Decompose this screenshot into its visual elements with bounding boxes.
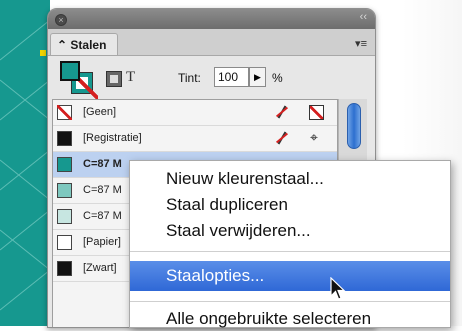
no-edit-icon (275, 105, 289, 119)
swatch-name: [Zwart] (83, 262, 117, 274)
tint-unit: % (272, 71, 283, 85)
swatch-chip (57, 261, 72, 276)
menu-item-delete-swatch[interactable]: Staal verwijderen... (130, 219, 450, 243)
tint-label: Tint: (178, 71, 201, 85)
menu-item-duplicate-swatch[interactable]: Staal dupliceren (130, 193, 450, 217)
menu-item-select-unused[interactable]: Alle ongebruikte selecteren (130, 307, 450, 331)
swatch-chip (57, 235, 72, 250)
format-text-icon[interactable]: T (126, 69, 135, 86)
swatch-name: [Geen] (83, 106, 117, 118)
document-teal-artwork (0, 0, 50, 326)
swatch-chip (57, 157, 72, 172)
registration-mark-icon: ⌖ (310, 129, 318, 145)
mouse-pointer-icon (330, 277, 346, 300)
format-container-icon[interactable] (106, 71, 122, 87)
swatch-name: C=87 M (83, 158, 122, 170)
swatch-name: C=87 M (83, 184, 122, 196)
no-edit-icon (275, 131, 289, 145)
context-menu: Nieuw kleurenstaal... Staal dupliceren S… (129, 160, 451, 328)
panel-tab-row: ⌃ Stalen ▾≡ (48, 29, 375, 56)
no-color-indicator-icon (309, 105, 324, 120)
swatch-chip (57, 209, 72, 224)
tab-swatches[interactable]: ⌃ Stalen (50, 33, 118, 55)
menu-item-new-swatch[interactable]: Nieuw kleurenstaal... (130, 167, 450, 191)
swatch-toolbar: T Tint: 100 ▶ % (48, 56, 375, 100)
scrollbar-thumb[interactable] (347, 103, 361, 149)
swatch-name: C=87 M (83, 210, 122, 222)
fill-swatch-icon[interactable] (60, 61, 80, 81)
collapse-icon[interactable]: ‹‹ (360, 11, 367, 23)
no-color-swatch-icon (57, 105, 72, 120)
swatch-name: [Registratie] (83, 132, 142, 144)
swatch-chip (57, 183, 72, 198)
panel-menu-icon[interactable]: ▾≡ (355, 37, 367, 50)
close-icon[interactable]: × (55, 14, 67, 26)
swatch-row-registration[interactable]: [Registratie] ⌖ (53, 126, 337, 152)
tint-input[interactable]: 100 (214, 67, 249, 87)
tint-stepper-arrow-icon[interactable]: ▶ (249, 67, 266, 87)
fill-stroke-selector[interactable] (60, 61, 98, 99)
swatch-name: [Papier] (83, 236, 121, 248)
menu-item-swatch-options[interactable]: Staalopties... (130, 261, 450, 291)
swatch-chip (57, 131, 72, 146)
menu-separator (130, 251, 450, 252)
menu-separator (130, 301, 450, 302)
swatch-row-none[interactable]: [Geen] (53, 100, 337, 126)
tab-expand-icon: ⌃ (57, 38, 68, 52)
panel-titlebar[interactable]: × ‹‹ (48, 9, 375, 29)
tab-swatches-label: Stalen (70, 38, 107, 52)
